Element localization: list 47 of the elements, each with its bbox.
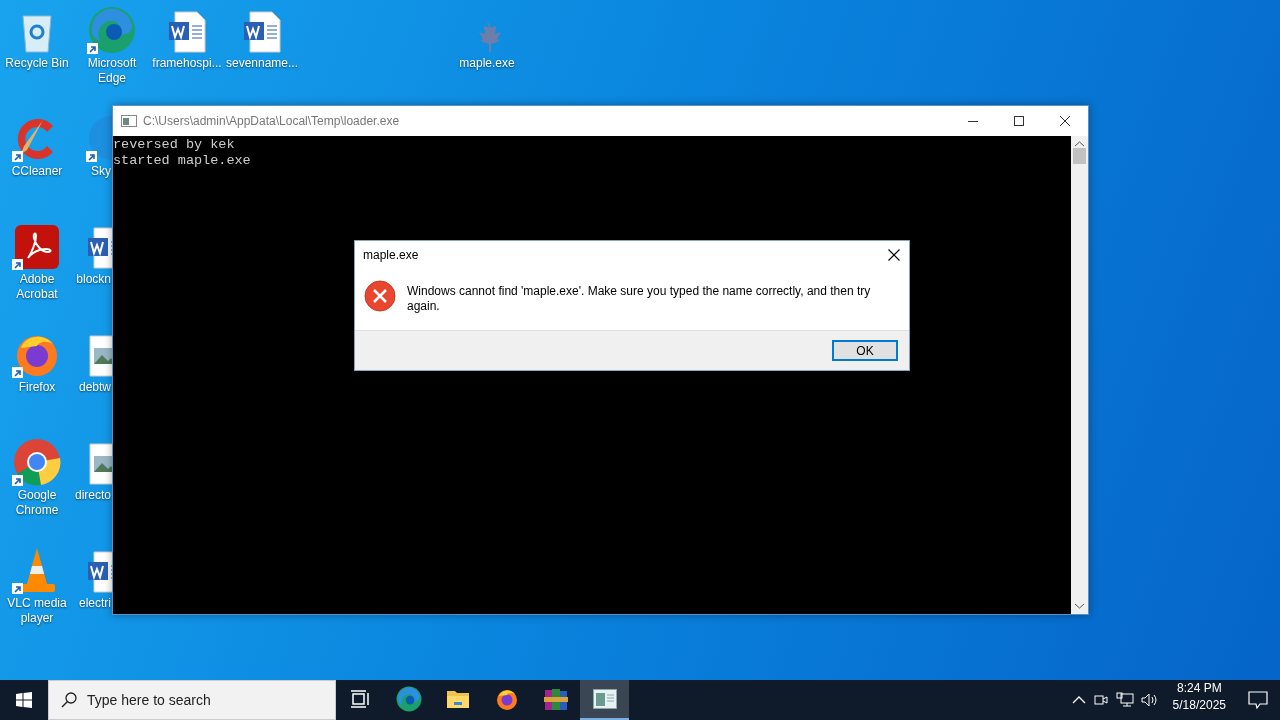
- desktop-icon-label[interactable]: Adobe Acrobat: [0, 272, 74, 302]
- desktop-icon-label[interactable]: Sky: [91, 164, 111, 179]
- chevron-up-icon[interactable]: [1071, 696, 1086, 704]
- folder-icon: [445, 689, 470, 709]
- search-placeholder: Type here to search: [87, 692, 211, 708]
- desktop-icon-label[interactable]: maple.exe: [459, 56, 515, 71]
- desktop-icon-label[interactable]: directo: [74, 488, 111, 503]
- desktop-icon-label[interactable]: Firefox: [18, 380, 56, 395]
- desktop-icon-label[interactable]: Recycle Bin: [5, 56, 69, 71]
- dialog-title: maple.exe: [363, 248, 420, 262]
- close-icon: [888, 249, 900, 261]
- desktop-icon-label[interactable]: framehospi...: [152, 56, 222, 71]
- scrollbar[interactable]: [1071, 136, 1088, 614]
- search-field[interactable]: Type here to search: [48, 680, 336, 720]
- clock[interactable]: 8:24 PM 5/18/2025: [1172, 680, 1226, 720]
- taskbar-button[interactable]: [580, 680, 629, 720]
- task-view-icon: [350, 690, 370, 708]
- ok-button[interactable]: OK: [832, 340, 898, 361]
- console-line: started maple.exe: [113, 153, 252, 169]
- maximize-icon: [1014, 116, 1024, 126]
- close-icon: [1060, 116, 1070, 126]
- scroll-down-icon[interactable]: [1075, 603, 1084, 609]
- edge-icon: [395, 686, 422, 712]
- desktop-icon-label[interactable]: CCleaner: [11, 164, 63, 179]
- desktop-icon-label[interactable]: sevenname...: [225, 56, 298, 71]
- error-message: Windows cannot find 'maple.exe'. Make sure you typed the name correctly, and then try again.: [407, 283, 872, 315]
- network-icon[interactable]: [1115, 692, 1134, 708]
- desktop-icon-label[interactable]: VLC media player: [0, 596, 74, 626]
- firefox-icon: [494, 687, 519, 711]
- scroll-up-icon[interactable]: [1075, 141, 1084, 147]
- desktop-icon-label[interactable]: debtw: [78, 380, 111, 395]
- desktop-icon-label[interactable]: Microsoft Edge: [75, 56, 149, 86]
- windows-logo-icon: [16, 692, 32, 708]
- search-icon: [61, 692, 77, 708]
- console-line: reversed by kek: [113, 137, 236, 153]
- speaker-icon[interactable]: [1140, 692, 1159, 708]
- camera-icon[interactable]: [1092, 692, 1109, 708]
- scroll-thumb[interactable]: [1073, 148, 1086, 164]
- console-window-icon: [592, 689, 617, 709]
- desktop-icon-label[interactable]: blockn: [76, 272, 111, 287]
- speech-bubble-icon: [1248, 691, 1268, 709]
- desktop-icon-label[interactable]: electri: [79, 596, 111, 611]
- error-icon: [364, 280, 396, 312]
- archive-books-icon: [543, 687, 568, 711]
- window-title: C:\Users\admin\AppData\Local\Temp\loader.exe: [143, 114, 401, 128]
- console-icon: [121, 115, 137, 127]
- desktop-icon-label[interactable]: Google Chrome: [0, 488, 74, 518]
